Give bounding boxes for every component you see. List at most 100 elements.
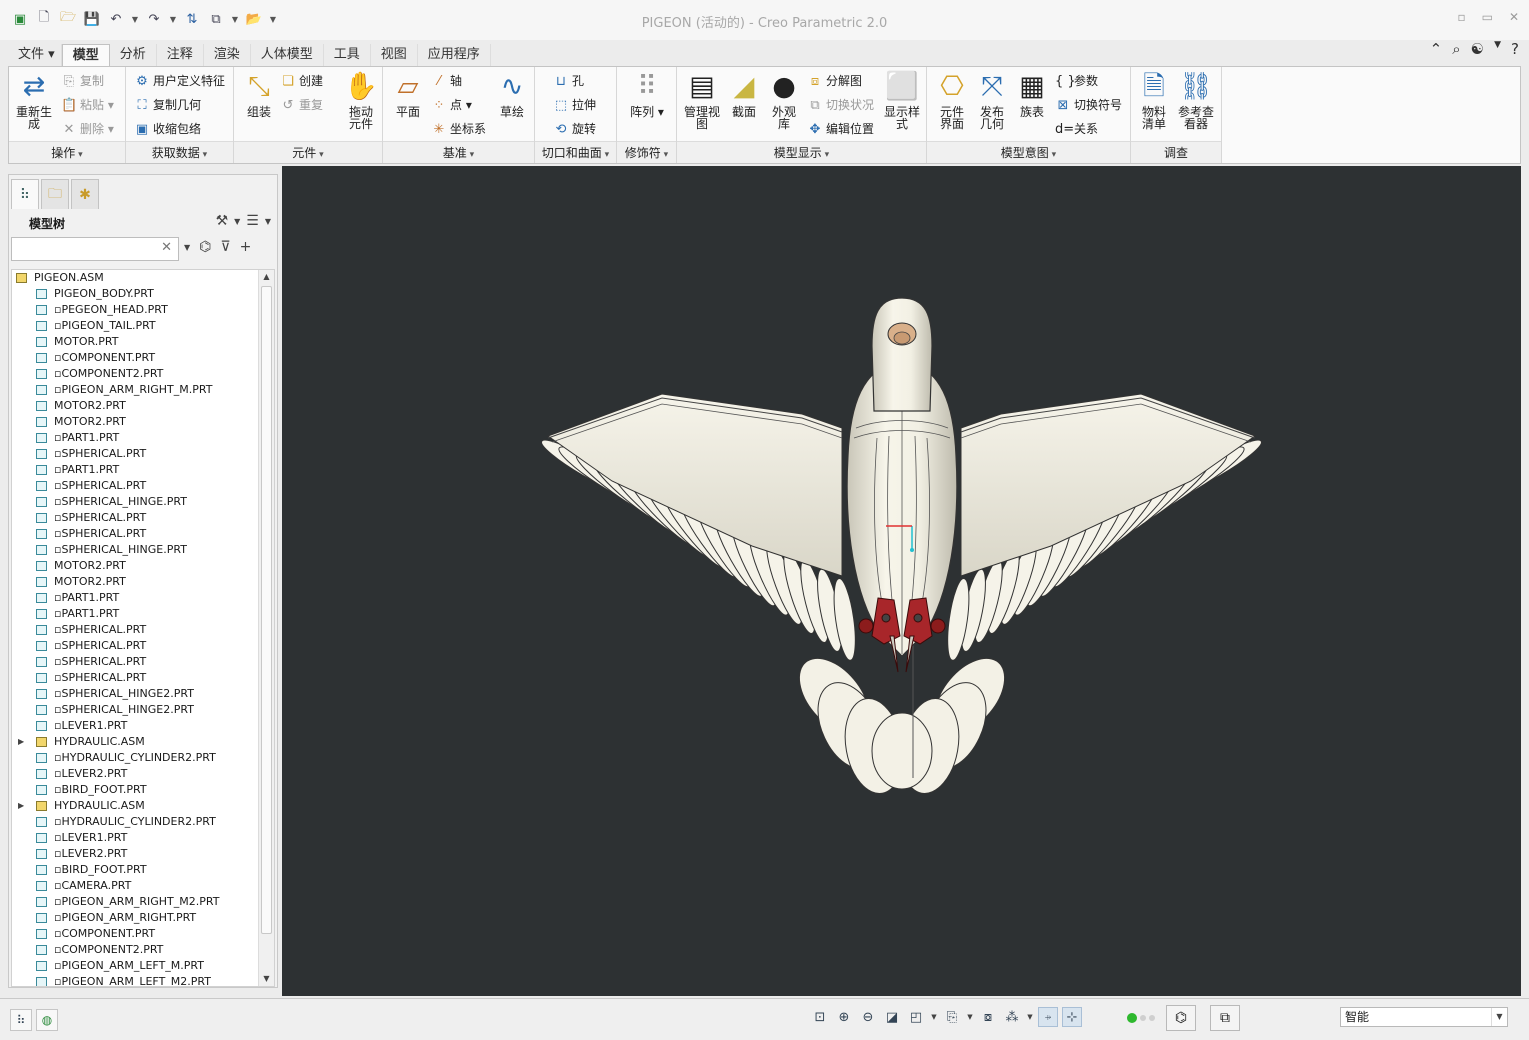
tree-item[interactable]: ▫COMPONENT.PRT (12, 350, 258, 366)
find-binoculars-button[interactable]: ⌬ (1166, 1005, 1196, 1031)
tab-model[interactable]: 模型 (61, 44, 110, 67)
tree-item[interactable]: ▫SPHERICAL.PRT (12, 638, 258, 654)
view-manager-icon[interactable]: ⧇ (978, 1007, 998, 1027)
drag-component-button[interactable]: ✋ 拖动 元件 (338, 71, 384, 130)
show-browser-icon[interactable]: ◍ (36, 1009, 58, 1031)
help-icon[interactable]: ? (1511, 40, 1519, 58)
tree-item[interactable]: ▫CAMERA.PRT (12, 878, 258, 894)
scroll-thumb[interactable] (261, 286, 272, 934)
tree-item[interactable]: ▫SPHERICAL_HINGE.PRT (12, 494, 258, 510)
tree-item[interactable]: ▫PART1.PRT (12, 462, 258, 478)
scroll-down-icon[interactable]: ▼ (259, 972, 274, 986)
toggle-status-button[interactable]: ⧉ 切换状况 (807, 95, 874, 115)
tab-view[interactable]: 视图 (371, 44, 418, 66)
datum-display-dropdown-icon[interactable]: ▼ (1026, 1007, 1034, 1027)
tree-item[interactable]: ▫SPHERICAL.PRT (12, 510, 258, 526)
show-navigator-icon[interactable]: ⠷ (10, 1009, 32, 1031)
scroll-up-icon[interactable]: ▲ (259, 270, 274, 284)
favorites-tab-icon[interactable]: ✱ (71, 179, 99, 209)
tree-item[interactable]: ▫PIGEON_ARM_RIGHT.PRT (12, 910, 258, 926)
model-tree-tab-icon[interactable]: ⠷ (11, 179, 39, 209)
saved-orientations-icon[interactable]: ⎘ (942, 1007, 962, 1027)
tree-item[interactable]: ▫BIRD_FOOT.PRT (12, 782, 258, 798)
expand-arrow-icon[interactable]: ▶ (18, 798, 28, 814)
tree-item[interactable]: ▫PIGEON_ARM_RIGHT_M2.PRT (12, 894, 258, 910)
search-icon[interactable]: ⌕ (1452, 40, 1460, 58)
user-defined-feature-button[interactable]: ⚙ 用户定义特征 (134, 71, 225, 91)
extrude-button[interactable]: ⬚ 拉伸 (553, 95, 596, 115)
tree-item[interactable]: ▫SPHERICAL_HINGE2.PRT (12, 702, 258, 718)
find-binoculars-icon[interactable]: ⌬ (199, 239, 211, 255)
folder-browser-tab-icon[interactable]: 🗀 (41, 179, 69, 209)
exploded-view-button[interactable]: ⧈ 分解图 (807, 71, 862, 91)
display-style-dropdown-icon[interactable]: ▼ (930, 1007, 938, 1027)
group-label-model-display[interactable]: 模型显示 (677, 141, 926, 163)
tree-settings-dropdown-icon[interactable]: ▼ (234, 217, 240, 226)
tree-item[interactable]: ▫COMPONENT2.PRT (12, 366, 258, 382)
annotation-display-icon[interactable]: ⍆ (1038, 1007, 1058, 1027)
plane-button[interactable]: ▱ 平面 (385, 71, 431, 118)
edit-position-button[interactable]: ✥ 编辑位置 (807, 119, 874, 139)
add-icon[interactable]: + (240, 239, 252, 255)
bom-button[interactable]: 🗎 物料 清单 (1131, 71, 1177, 130)
zoom-out-icon[interactable]: ⊖ (858, 1007, 878, 1027)
display-style-button[interactable]: ⬜ 显示样 式 (879, 71, 925, 130)
tree-item[interactable]: MOTOR2.PRT (12, 574, 258, 590)
saved-orientations-dropdown-icon[interactable]: ▼ (966, 1007, 974, 1027)
tree-columns-icon[interactable]: ☰ (246, 213, 259, 229)
tree-item[interactable]: ▶ HYDRAULIC.ASM (12, 798, 258, 814)
tree-item[interactable]: ▫SPHERICAL_HINGE2.PRT (12, 686, 258, 702)
display-style-icon[interactable]: ◰ (906, 1007, 926, 1027)
assemble-button[interactable]: ⤡ 组装 (236, 71, 282, 118)
tab-annotate[interactable]: 注释 (157, 44, 204, 66)
reference-viewer-button[interactable]: ⛓ 参考查 看器 (1173, 71, 1219, 130)
csys-button[interactable]: ✳ 坐标系 (431, 119, 486, 139)
tree-item[interactable]: ▫PIGEON_ARM_RIGHT_M.PRT (12, 382, 258, 398)
tab-file[interactable]: 文件 ▾ (8, 44, 62, 66)
tree-item[interactable]: ▫LEVER1.PRT (12, 718, 258, 734)
tree-item[interactable]: ▫HYDRAULIC_CYLINDER2.PRT (12, 814, 258, 830)
tree-item[interactable]: ▫PART1.PRT (12, 430, 258, 446)
tree-columns-dropdown-icon[interactable]: ▼ (265, 217, 271, 226)
tree-item[interactable]: ▫PIGEON_ARM_LEFT_M2.PRT (12, 974, 258, 986)
tree-item[interactable]: ▫SPHERICAL.PRT (12, 622, 258, 638)
tree-item[interactable]: MOTOR.PRT (12, 334, 258, 350)
axis-button[interactable]: ⁄ 轴 (431, 71, 462, 91)
tree-item[interactable]: ▫SPHERICAL.PRT (12, 446, 258, 462)
copy-button[interactable]: ⎘ 复制 (61, 71, 104, 91)
community-icon[interactable]: ☯ (1471, 40, 1484, 58)
family-table-button[interactable]: ▦ 族表 (1009, 71, 1055, 118)
group-label-model-intent[interactable]: 模型意图 (927, 141, 1130, 163)
window-switch-button[interactable]: ⧉ (1210, 1005, 1240, 1031)
tree-item[interactable]: ▫SPHERICAL.PRT (12, 478, 258, 494)
tree-item[interactable]: ▫PART1.PRT (12, 590, 258, 606)
copy-geometry-button[interactable]: ⛶ 复制几何 (134, 95, 201, 115)
tree-item[interactable]: ▫SPHERICAL.PRT (12, 670, 258, 686)
tree-item[interactable]: ▫PEGEON_HEAD.PRT (12, 302, 258, 318)
tree-item[interactable]: ▫PIGEON_TAIL.PRT (12, 318, 258, 334)
group-label-component[interactable]: 元件 (234, 141, 382, 163)
tree-item[interactable]: ▫PART1.PRT (12, 606, 258, 622)
tree-item[interactable]: ▶ HYDRAULIC.ASM (12, 734, 258, 750)
tree-scrollbar[interactable]: ▲ ▼ (258, 270, 274, 986)
group-label-cut-surface[interactable]: 切口和曲面 (535, 141, 616, 163)
repeat-button[interactable]: ↺ 重复 (280, 95, 323, 115)
tree-settings-icon[interactable]: ⚒ (216, 213, 229, 229)
regenerate-button[interactable]: ⇄ 重新生 成 (11, 71, 57, 130)
group-label-datum[interactable]: 基准 (383, 141, 534, 163)
tree-item[interactable]: PIGEON.ASM (12, 270, 258, 286)
spin-center-icon[interactable]: ⊹ (1062, 1007, 1082, 1027)
expand-arrow-icon[interactable]: ▶ (18, 734, 28, 750)
clear-search-icon[interactable]: ✕ (161, 240, 172, 255)
group-label-modifiers[interactable]: 修饰符 (617, 141, 676, 163)
selection-filter-select[interactable]: 智能 ▼ (1340, 1007, 1508, 1027)
delete-button[interactable]: ✕ 删除 ▾ (61, 119, 114, 139)
tab-applications[interactable]: 应用程序 (418, 44, 491, 66)
tree-item[interactable]: ▫HYDRAULIC_CYLINDER2.PRT (12, 750, 258, 766)
tree-item[interactable]: PIGEON_BODY.PRT (12, 286, 258, 302)
revolve-button[interactable]: ⟲ 旋转 (553, 119, 596, 139)
tab-analysis[interactable]: 分析 (110, 44, 157, 66)
group-label-operations[interactable]: 操作 (9, 141, 125, 163)
relations-button[interactable]: d=关系 (1055, 119, 1098, 139)
datum-display-icon[interactable]: ⁂ (1002, 1007, 1022, 1027)
